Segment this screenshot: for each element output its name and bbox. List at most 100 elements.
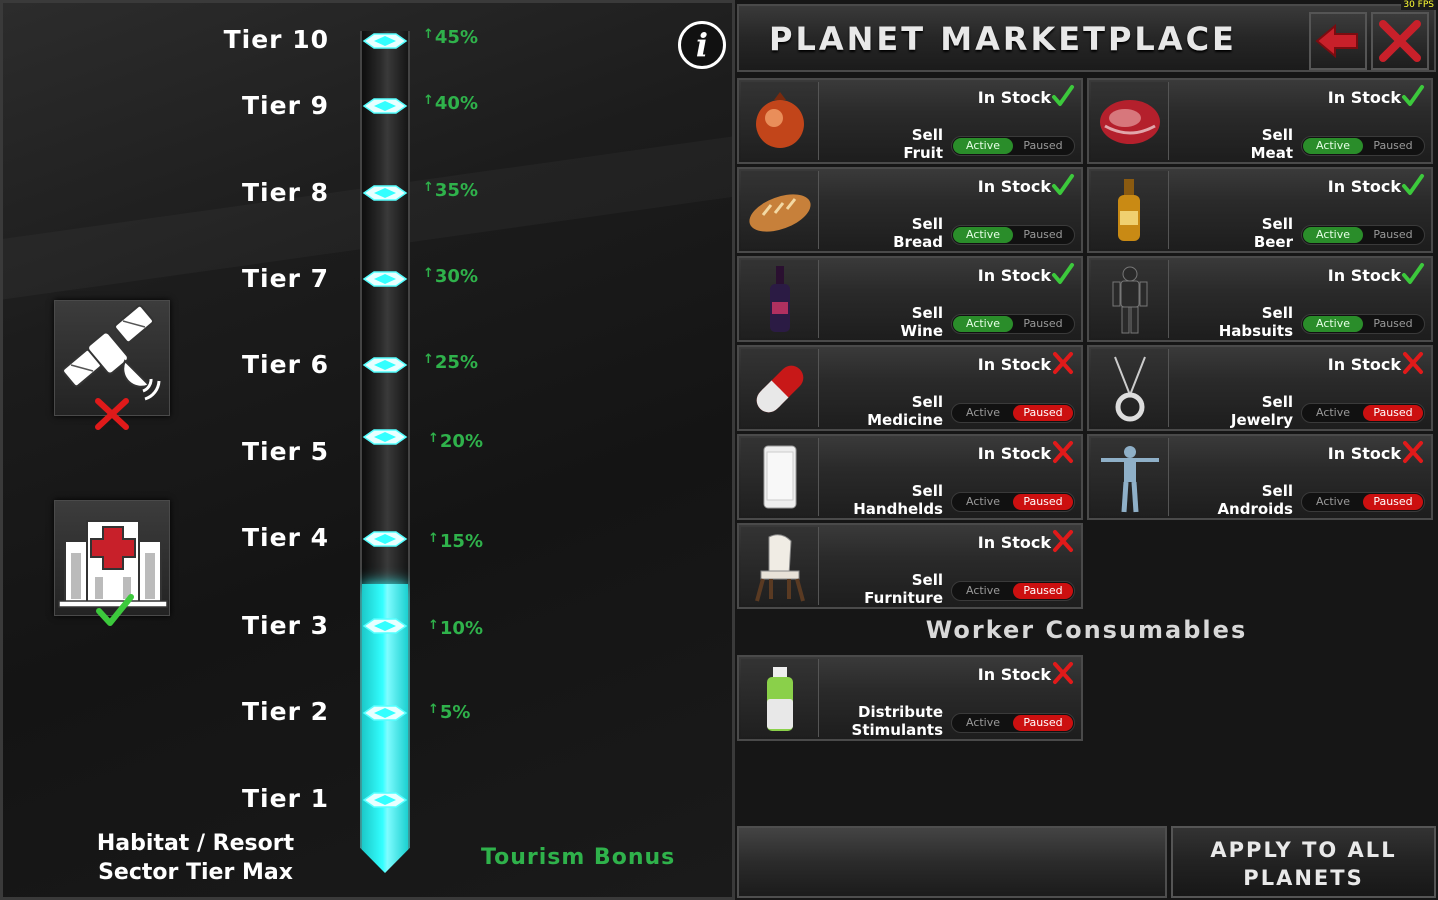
active-paused-toggle[interactable]: Active Paused [951,713,1075,733]
goods-card-jewelry: In Stock Sell Jewelry Active Paused [1087,345,1433,431]
habsuit-icon [1112,266,1148,334]
wine-bottle-icon [770,266,790,332]
apply-to-all-planets-button[interactable]: APPLY TO ALL PLANETS [1171,826,1436,898]
up-arrow-icon: ↑ [428,702,439,717]
tier-marker [362,98,408,114]
toggle-active-option[interactable]: Active [953,138,1013,154]
active-paused-toggle[interactable]: Active Paused [951,225,1075,245]
tier-marker [362,185,408,201]
tier-label: Tier 7 [241,264,329,293]
satellite-sector-icon[interactable] [54,300,170,430]
info-button[interactable]: i [678,21,726,69]
back-button[interactable] [1309,12,1367,70]
sell-label: Sell Wine [900,304,943,340]
toggle-active-option[interactable]: Active [953,405,1013,421]
stock-label: In Stock [977,533,1051,552]
toggle-paused-option[interactable]: Paused [1363,138,1423,154]
active-paused-toggle[interactable]: Active Paused [951,314,1075,334]
toggle-paused-option[interactable]: Paused [1363,405,1423,421]
tier-bonus: ↑10% [428,618,483,639]
active-paused-toggle[interactable]: Active Paused [951,136,1075,156]
active-paused-toggle[interactable]: Active Paused [951,492,1075,512]
worker-consumables-heading: Worker Consumables [925,616,1248,644]
goods-card-handhelds: In Stock Sell Handhelds Active Paused [737,434,1083,520]
tier-label: Tier 3 [241,611,329,640]
tier-marker [362,531,408,547]
sell-verb: Sell [1261,482,1293,500]
sell-label: Sell Bread [893,215,943,251]
toggle-active-option[interactable]: Active [953,316,1013,332]
sell-label: Sell Fruit [903,126,943,162]
goods-name: Jewelry [1230,411,1293,429]
toggle-active-option[interactable]: Active [953,494,1013,510]
goods-thumbnail [741,260,819,338]
goods-thumbnail [741,659,819,737]
check-icon [1052,85,1074,106]
toggle-active-option[interactable]: Active [1303,316,1363,332]
tier-label: Tier 4 [241,523,329,552]
close-button[interactable] [1371,12,1429,70]
stock-label: In Stock [1327,355,1401,374]
active-paused-toggle[interactable]: Active Paused [1301,492,1425,512]
check-icon [1402,263,1424,284]
sell-label: Sell Jewelry [1231,393,1293,429]
goods-name: Handhelds [853,500,943,518]
bread-icon [749,194,811,232]
sell-verb: Distribute [858,703,943,721]
tier-marker [362,792,408,808]
toggle-active-option[interactable]: Active [1303,138,1363,154]
toggle-paused-option[interactable]: Paused [1363,227,1423,243]
goods-name: Habsuits [1218,322,1293,340]
cross-icon [1053,662,1073,684]
steak-icon [1100,100,1160,144]
toggle-active-option[interactable]: Active [1303,494,1363,510]
active-paused-toggle[interactable]: Active Paused [951,403,1075,423]
active-paused-toggle[interactable]: Active Paused [1301,225,1425,245]
toggle-paused-option[interactable]: Paused [1013,715,1073,731]
toggle-active-option[interactable]: Active [953,715,1013,731]
tier-progress-bar [360,31,410,873]
toggle-paused-option[interactable]: Paused [1363,494,1423,510]
toggle-active-option[interactable]: Active [1303,405,1363,421]
toggle-paused-option[interactable]: Paused [1013,405,1073,421]
toggle-active-option[interactable]: Active [953,583,1013,599]
goods-card-stimulants: In Stock Distribute Stimulants Active Pa… [737,655,1083,741]
toggle-paused-option[interactable]: Paused [1013,494,1073,510]
sell-verb: Sell [911,304,943,322]
toggle-paused-option[interactable]: Paused [1363,316,1423,332]
apply-label-line2: PLANETS [1243,866,1364,890]
tier-label: Tier 9 [241,91,329,120]
cross-icon [1403,441,1423,463]
marketplace-header: PLANET MARKETPLACE [737,4,1436,72]
tier-bonus: ↑40% [423,93,478,114]
sell-verb: Sell [1261,215,1293,233]
toggle-paused-option[interactable]: Paused [1013,227,1073,243]
sell-verb: Sell [1261,126,1293,144]
goods-card-medicine: In Stock Sell Medicine Active Paused [737,345,1083,431]
up-arrow-icon: ↑ [428,431,439,446]
goods-name: Fruit [903,144,943,162]
cross-icon [1053,352,1073,374]
tier-panel: Tier 10 Tier 9 Tier 8 Tier 7 Tier 6 Tier 5 Tie… [0,0,735,900]
toggle-paused-option[interactable]: Paused [1013,316,1073,332]
tier-bonus: ↑20% [428,431,483,452]
active-paused-toggle[interactable]: Active Paused [1301,403,1425,423]
sell-label: Distribute Stimulants [852,703,943,739]
goods-thumbnail [1091,82,1169,160]
goods-thumbnail [1091,260,1169,338]
toggle-paused-option[interactable]: Paused [1013,138,1073,154]
stock-label: In Stock [1327,88,1401,107]
toggle-active-option[interactable]: Active [953,227,1013,243]
goods-name: Medicine [867,411,943,429]
active-paused-toggle[interactable]: Active Paused [1301,314,1425,334]
active-paused-toggle[interactable]: Active Paused [951,581,1075,601]
toggle-active-option[interactable]: Active [1303,227,1363,243]
hospital-sector-icon[interactable] [54,500,170,626]
goods-thumbnail [741,82,819,160]
toggle-paused-option[interactable]: Paused [1013,583,1073,599]
goods-thumbnail [741,349,819,427]
tier-bonus-value: 30% [434,266,478,287]
check-icon [1402,174,1424,195]
tier-bonus: ↑15% [428,531,483,552]
active-paused-toggle[interactable]: Active Paused [1301,136,1425,156]
